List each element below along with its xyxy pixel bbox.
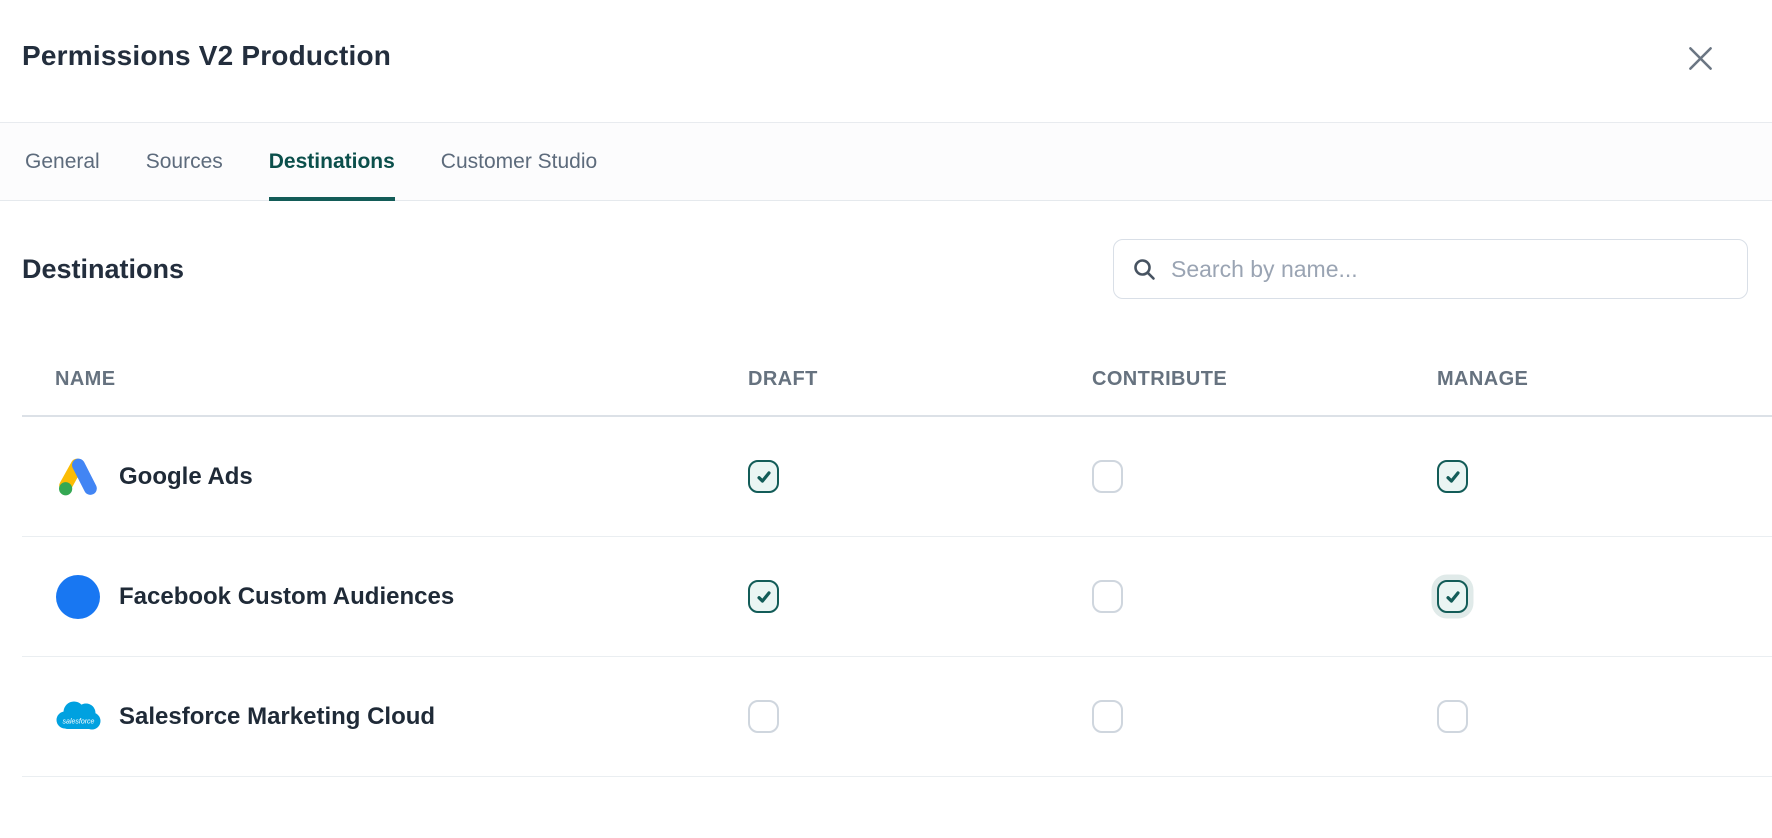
svg-text:salesforce: salesforce [63, 719, 95, 726]
close-button[interactable] [1680, 38, 1720, 78]
destination-name-cell: Google Ads [22, 454, 748, 500]
tab-sources[interactable]: Sources [146, 123, 223, 200]
section-heading: Destinations [22, 254, 184, 285]
check-icon [755, 468, 773, 486]
tab-customer-studio[interactable]: Customer Studio [441, 123, 597, 200]
destination-name: Salesforce Marketing Cloud [119, 703, 435, 731]
draft-checkbox[interactable] [748, 460, 779, 493]
modal-header: Permissions V2 Production [0, 0, 1772, 122]
facebook-icon [55, 574, 101, 620]
destination-name-cell: Facebook Custom Audiences [22, 574, 748, 620]
contribute-cell [1092, 580, 1437, 613]
draft-cell [748, 700, 1092, 733]
permissions-table: NAMEDRAFTCONTRIBUTEMANAGE Google Ads Face… [22, 343, 1772, 777]
manage-cell [1437, 460, 1772, 493]
column-header-contribute: CONTRIBUTE [1092, 368, 1437, 391]
draft-checkbox[interactable] [748, 700, 779, 733]
destination-name: Facebook Custom Audiences [119, 583, 454, 611]
manage-cell [1437, 700, 1772, 733]
check-icon [1444, 468, 1462, 486]
search-box[interactable] [1113, 239, 1748, 299]
tab-destinations[interactable]: Destinations [269, 123, 395, 200]
table-row: salesforce Salesforce Marketing Cloud [22, 657, 1772, 777]
salesforce-icon: salesforce [55, 694, 101, 740]
search-input[interactable] [1171, 256, 1729, 283]
manage-checkbox[interactable] [1437, 460, 1468, 493]
draft-cell [748, 580, 1092, 613]
check-icon [1444, 588, 1462, 606]
contribute-cell [1092, 460, 1437, 493]
table-row: Google Ads [22, 417, 1772, 537]
table-header-row: NAMEDRAFTCONTRIBUTEMANAGE [22, 343, 1772, 417]
modal-title: Permissions V2 Production [22, 40, 1750, 72]
draft-cell [748, 460, 1092, 493]
google-ads-icon [55, 454, 101, 500]
contribute-checkbox[interactable] [1092, 700, 1123, 733]
table-body: Google Ads Facebook Custom Audiences sales… [22, 417, 1772, 777]
column-header-draft: DRAFT [748, 368, 1092, 391]
draft-checkbox[interactable] [748, 580, 779, 613]
contribute-checkbox[interactable] [1092, 580, 1123, 613]
column-header-name: NAME [22, 368, 748, 391]
manage-cell [1437, 580, 1772, 613]
check-icon [755, 588, 773, 606]
manage-checkbox[interactable] [1437, 700, 1468, 733]
table-row: Facebook Custom Audiences [22, 537, 1772, 657]
destination-name: Google Ads [119, 463, 253, 491]
destinations-section-header: Destinations [22, 239, 1748, 299]
manage-checkbox[interactable] [1437, 580, 1468, 613]
search-icon [1132, 257, 1157, 282]
tab-general[interactable]: General [25, 123, 100, 200]
close-icon [1687, 45, 1714, 72]
permissions-modal: Permissions V2 Production General Sources… [0, 0, 1772, 777]
tab-bar: General Sources Destinations Customer Studi… [0, 122, 1772, 201]
contribute-checkbox[interactable] [1092, 460, 1123, 493]
contribute-cell [1092, 700, 1437, 733]
column-header-manage: MANAGE [1437, 368, 1772, 391]
destination-name-cell: salesforce Salesforce Marketing Cloud [22, 694, 748, 740]
